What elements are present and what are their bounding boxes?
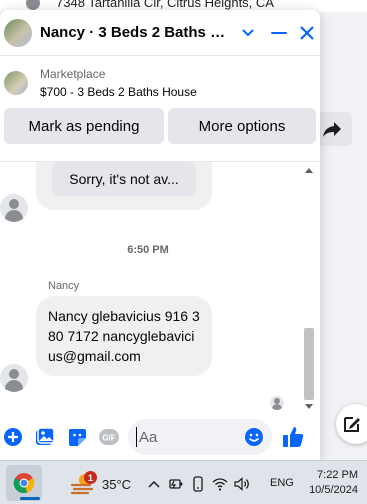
- chat-header[interactable]: Nancy · 3 Beds 2 Baths Ho...: [0, 10, 320, 56]
- send-like-button[interactable]: [280, 424, 306, 450]
- avatar[interactable]: [0, 364, 28, 392]
- like-icon: [283, 427, 304, 447]
- message-composer: GIF: [0, 414, 320, 460]
- browser-taskbar-button[interactable]: [6, 465, 42, 501]
- more-actions-button[interactable]: [2, 426, 24, 448]
- message-input[interactable]: [136, 427, 236, 447]
- listing-source: Marketplace: [40, 67, 106, 81]
- chevron-up-icon: [148, 480, 160, 488]
- volume-icon: [234, 477, 249, 491]
- listing-title: $700 - 3 Beds 2 Baths House: [40, 85, 197, 99]
- network-status[interactable]: [212, 476, 228, 492]
- wifi-icon: [212, 478, 228, 491]
- new-message-button[interactable]: [336, 404, 367, 444]
- attach-photo-button[interactable]: [34, 426, 56, 448]
- volume-status[interactable]: [234, 476, 250, 492]
- show-hidden-icons-button[interactable]: [146, 476, 162, 492]
- minimize-icon: [271, 31, 287, 34]
- weather-notification-badge: 1: [84, 471, 97, 484]
- avatar[interactable]: [0, 194, 28, 222]
- compose-icon: [344, 417, 360, 432]
- temperature[interactable]: 35°C: [102, 477, 131, 492]
- chat-title[interactable]: Nancy · 3 Beds 2 Baths Ho...: [40, 24, 232, 41]
- sticker-button[interactable]: [66, 426, 88, 448]
- plus-icon: [4, 428, 22, 446]
- gif-icon: GIF: [99, 429, 119, 445]
- previous-message-bubble: Sorry, it's not av...: [36, 162, 212, 210]
- listing-thumbnail: [4, 71, 28, 95]
- scroll-down-arrow-icon[interactable]: [305, 404, 313, 409]
- listing-summary[interactable]: Marketplace $700 - 3 Beds 2 Baths House: [0, 60, 320, 106]
- phone-link-icon: [193, 476, 203, 492]
- gif-label: GIF: [102, 434, 115, 443]
- input-language[interactable]: ENG: [270, 477, 294, 489]
- message-thread[interactable]: Sorry, it's not av... 6:50 PM Nancy Nanc…: [0, 162, 320, 414]
- sticker-icon: [69, 429, 86, 446]
- system-tray: [146, 475, 250, 493]
- scrollbar[interactable]: [302, 162, 316, 414]
- chat-options-button[interactable]: [238, 23, 258, 43]
- mark-as-pending-button[interactable]: Mark as pending: [4, 108, 164, 144]
- photo-icon: [36, 427, 55, 445]
- close-chat-button[interactable]: [296, 22, 318, 44]
- previous-message-preview[interactable]: Sorry, it's not av...: [52, 162, 196, 196]
- scroll-up-arrow-icon[interactable]: [305, 168, 313, 173]
- message-timestamp: 6:50 PM: [127, 244, 169, 256]
- taskbar: 1 35°C ENG 7:22 PM 10/5/2024: [0, 460, 367, 504]
- chrome-icon: [13, 473, 35, 494]
- message-bubble: Nancy glebavicius 916 380 7172 nancygleb…: [36, 296, 212, 376]
- listing-actions: Mark as pending More options: [0, 106, 320, 162]
- read-receipt-avatar: [270, 396, 284, 410]
- close-icon: [300, 25, 314, 40]
- message-input-wrapper[interactable]: [128, 419, 272, 455]
- clock-time: 7:22 PM: [317, 469, 358, 481]
- chat-window: Nancy · 3 Beds 2 Baths Ho... Marketplace…: [0, 10, 320, 460]
- clock-date: 10/5/2024: [309, 484, 358, 496]
- share-icon: [323, 122, 341, 137]
- clock[interactable]: 7:22 PM 10/5/2024: [308, 468, 358, 498]
- more-options-button[interactable]: More options: [168, 108, 316, 144]
- chevron-down-icon: [242, 28, 254, 36]
- listing-address: 7348 Tartanilla Cir, Citrus Heights, CA: [56, 0, 274, 10]
- location-pin-icon: [26, 0, 40, 10]
- active-app-indicator: [20, 497, 40, 500]
- gif-button[interactable]: GIF: [98, 426, 120, 448]
- listing-avatar[interactable]: [2, 16, 34, 49]
- battery-status[interactable]: [168, 476, 184, 492]
- emoji-icon[interactable]: [244, 427, 264, 447]
- minimize-chat-button[interactable]: [268, 22, 290, 44]
- sender-name: Nancy: [48, 280, 80, 292]
- battery-icon: [169, 479, 183, 489]
- phone-link-status[interactable]: [190, 476, 206, 492]
- scrollbar-thumb[interactable]: [304, 328, 314, 400]
